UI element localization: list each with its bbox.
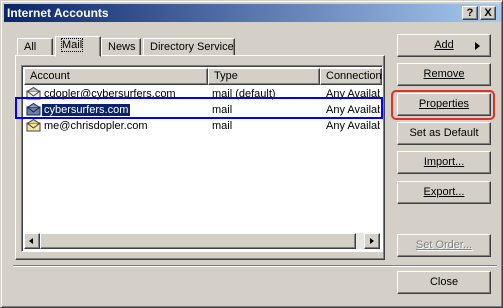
account-name: cdopler@cybersurfers.com [44, 88, 176, 100]
internet-accounts-dialog: Internet Accounts ? X All Mail News Dire… [0, 0, 503, 308]
mail-account-icon [26, 87, 41, 100]
add-button[interactable]: Add [397, 34, 491, 57]
arrow-right-icon [475, 42, 480, 50]
set-order-button[interactable]: Set Order... [397, 234, 491, 257]
tab-directory-service[interactable]: Directory Service [143, 38, 235, 56]
account-connection: Any Availab [326, 120, 380, 132]
tab-mail[interactable]: Mail [55, 36, 101, 57]
properties-button[interactable]: Properties [397, 93, 491, 116]
help-button[interactable]: ? [462, 6, 478, 20]
export-button[interactable]: Export... [397, 181, 491, 204]
close-button[interactable]: Close [397, 271, 491, 294]
horizontal-scrollbar[interactable] [24, 233, 380, 249]
account-type: mail (default) [212, 88, 276, 100]
window-title: Internet Accounts [7, 6, 109, 20]
list-item[interactable]: me@chrisdopler.com mail Any Availab [24, 118, 380, 134]
tab-news[interactable]: News [101, 38, 141, 56]
account-type: mail [212, 104, 233, 116]
column-header-connection[interactable]: Connection [320, 68, 382, 85]
scroll-thumb[interactable] [40, 233, 356, 249]
list-item-selected[interactable]: cybersurfers.com mail Any Availab [24, 102, 380, 118]
accounts-list[interactable]: Account Type Connection cdopler@cybersur… [21, 65, 383, 252]
remove-button[interactable]: Remove [397, 63, 491, 86]
tab-all[interactable]: All [17, 38, 53, 56]
mail-account-icon [26, 103, 41, 116]
import-button[interactable]: Import... [397, 151, 491, 174]
account-type: mail [212, 120, 233, 132]
title-bar: Internet Accounts ? X [4, 4, 501, 22]
list-item[interactable]: cdopler@cybersurfers.com mail (default) … [24, 86, 380, 102]
column-header-type[interactable]: Type [208, 68, 320, 85]
arrow-right-icon [370, 238, 374, 244]
arrow-left-icon [29, 238, 33, 244]
column-header-account[interactable]: Account [24, 68, 208, 85]
account-name: cybersurfers.com [42, 104, 131, 116]
account-name: me@chrisdopler.com [44, 120, 148, 132]
divider [13, 265, 497, 267]
mail-account-icon [26, 119, 41, 132]
scroll-left-button[interactable] [24, 233, 40, 249]
close-window-button[interactable]: X [480, 6, 496, 20]
account-connection: Any Availab [326, 104, 380, 116]
scroll-right-button[interactable] [364, 233, 380, 249]
account-connection: Any Availab [326, 88, 380, 100]
set-as-default-button[interactable]: Set as Default [397, 122, 491, 145]
